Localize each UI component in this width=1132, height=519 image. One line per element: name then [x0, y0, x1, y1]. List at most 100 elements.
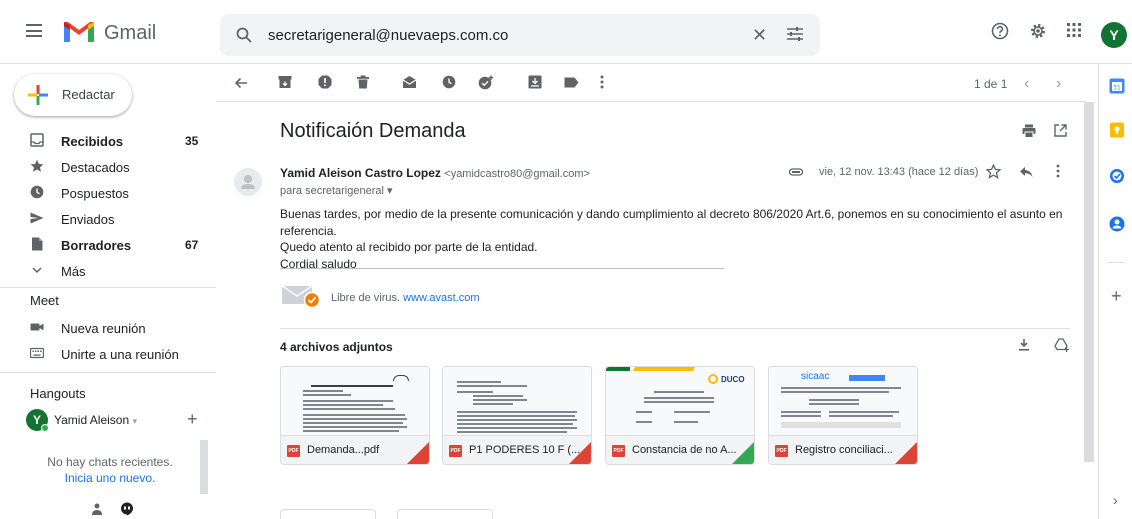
recipient-details[interactable]: para secretarigeneral ▾: [280, 184, 393, 197]
close-icon[interactable]: ✕: [752, 25, 767, 46]
search-bar[interactable]: ✕: [220, 14, 820, 56]
attachments-divider: [280, 328, 1070, 329]
account-avatar[interactable]: Y: [1101, 22, 1127, 48]
keyboard-icon: [30, 347, 44, 359]
sidebar-item-drafts[interactable]: Borradores 67: [0, 232, 216, 258]
signature-divider: [280, 268, 724, 269]
sender-avatar[interactable]: [234, 168, 262, 196]
star-icon[interactable]: [986, 164, 1001, 179]
person-icon[interactable]: [90, 502, 104, 516]
move-to-icon[interactable]: [528, 75, 542, 89]
virus-free-notice: Libre de virus. www.avast.com: [331, 292, 480, 304]
sidebar-item-snoozed[interactable]: Pospuestos: [0, 180, 216, 206]
attachment-name: Registro conciliaci...: [795, 444, 893, 456]
attachment-card[interactable]: DUCO PDF Constancia de no A...: [605, 366, 755, 465]
more-vert-icon[interactable]: [600, 75, 604, 89]
attachment-label-icon: [789, 168, 803, 176]
chevron-down-icon: [32, 267, 42, 274]
forward-button-partial[interactable]: [397, 509, 493, 519]
start-chat-link[interactable]: Inicia uno nuevo.: [65, 471, 156, 485]
search-icon[interactable]: [236, 27, 252, 43]
sidebar-item-label: Nueva reunión: [61, 321, 146, 336]
hangouts-user[interactable]: Y Yamid Aleison ▾ +: [24, 409, 214, 433]
meet-join-meeting[interactable]: Unirte a una reunión: [0, 341, 216, 367]
avast-link[interactable]: www.avast.com: [403, 292, 479, 304]
sidebar-item-starred[interactable]: Destacados: [0, 154, 216, 180]
message-date: vie, 12 nov. 13:43 (hace 12 días): [819, 166, 979, 178]
sidebar-item-label: Más: [61, 264, 86, 279]
apps-grid-icon[interactable]: [1066, 22, 1082, 38]
thumbnail-logo-text: sicaac: [801, 371, 830, 382]
attachment-thumbnail: DUCO: [606, 367, 754, 435]
calendar-icon[interactable]: 31: [1109, 78, 1125, 94]
pdf-file-icon: PDF: [449, 445, 462, 457]
back-arrow-icon[interactable]: [234, 76, 248, 90]
sidebar-item-label: Destacados: [61, 160, 130, 175]
attachments-title: 4 archivos adjuntos: [280, 340, 393, 354]
divider: [1107, 262, 1125, 263]
reply-button-partial[interactable]: [280, 509, 376, 519]
pdf-file-icon: PDF: [612, 445, 625, 457]
help-icon[interactable]: [991, 22, 1009, 40]
search-input[interactable]: [268, 25, 748, 45]
tune-icon[interactable]: [786, 26, 804, 42]
open-in-new-window-icon[interactable]: [1054, 124, 1067, 137]
trash-icon[interactable]: [356, 75, 370, 89]
add-chat-button[interactable]: +: [187, 409, 198, 430]
chevron-right-icon[interactable]: ›: [1113, 492, 1118, 508]
avast-text: Libre de virus.: [331, 292, 401, 304]
pdf-file-icon: PDF: [775, 445, 788, 457]
report-spam-icon[interactable]: [318, 75, 332, 89]
attachment-card[interactable]: sicaac PDF Registro conciliaci...: [768, 366, 918, 465]
attachment-name: Demanda...pdf: [307, 444, 380, 456]
download-all-icon[interactable]: [1018, 338, 1030, 352]
keep-icon[interactable]: [1109, 122, 1125, 138]
gmail-logo-icon[interactable]: [62, 20, 96, 44]
next-page-button[interactable]: ›: [1056, 75, 1061, 93]
sidebar-item-inbox[interactable]: Recibidos 35: [0, 128, 216, 154]
reply-icon[interactable]: [1019, 166, 1033, 178]
hangouts-icon[interactable]: [120, 502, 134, 516]
sidebar-item-label: Pospuestos: [61, 186, 129, 201]
attachment-card[interactable]: PDF Demanda...pdf: [280, 366, 430, 465]
add-to-drive-icon[interactable]: [1054, 338, 1070, 352]
sidebar-scrollbar[interactable]: [200, 440, 208, 494]
label-icon[interactable]: [564, 77, 579, 88]
body-paragraph: Cordial saludo: [280, 256, 357, 271]
tasks-icon[interactable]: [1109, 168, 1125, 184]
prev-page-button[interactable]: ‹: [1024, 75, 1029, 93]
recipient-text: para secretarigeneral: [280, 185, 384, 197]
send-icon: [30, 212, 44, 224]
attachment-thumbnail: [281, 367, 429, 435]
compose-button[interactable]: Redactar: [14, 74, 132, 116]
more-vert-icon[interactable]: [1056, 164, 1060, 178]
plus-icon: [28, 85, 48, 105]
sidebar-item-label: Enviados: [61, 212, 115, 227]
add-to-tasks-icon[interactable]: [478, 75, 494, 90]
sidebar-item-label: Unirte a una reunión: [61, 347, 179, 362]
svg-text:31: 31: [1113, 85, 1121, 92]
message-view: Notificaión Demanda Yamid Aleison Castro…: [216, 102, 1086, 519]
menu-icon[interactable]: [26, 24, 42, 37]
message-scrollbar[interactable]: [1084, 102, 1094, 462]
sidebar: Redactar Recibidos 35 Destacados Pospues…: [0, 64, 216, 519]
sidebar-item-count: 35: [185, 134, 199, 148]
print-icon[interactable]: [1022, 124, 1036, 138]
attachment-name: P1 PODERES 10 F (...: [469, 444, 581, 456]
sidebar-item-more[interactable]: Más: [0, 258, 216, 284]
divider: [0, 372, 216, 373]
divider: [0, 287, 216, 288]
mark-unread-icon[interactable]: [402, 75, 417, 89]
sender-name[interactable]: Yamid Aleison Castro Lopez: [280, 166, 441, 180]
contacts-icon[interactable]: [1109, 216, 1125, 232]
attachment-card[interactable]: PDF P1 PODERES 10 F (...: [442, 366, 592, 465]
sidebar-item-sent[interactable]: Enviados: [0, 206, 216, 232]
meet-new-meeting[interactable]: Nueva reunión: [0, 315, 216, 341]
archive-icon[interactable]: [278, 75, 292, 89]
attachment-name: Constancia de no A...: [632, 444, 737, 456]
get-addons-button[interactable]: +: [1111, 286, 1122, 307]
snooze-icon[interactable]: [442, 75, 456, 89]
gear-icon[interactable]: [1029, 22, 1047, 40]
no-chats-message: No hay chats recientes. Inicia uno nuevo…: [20, 454, 200, 486]
star-icon: [30, 159, 44, 172]
